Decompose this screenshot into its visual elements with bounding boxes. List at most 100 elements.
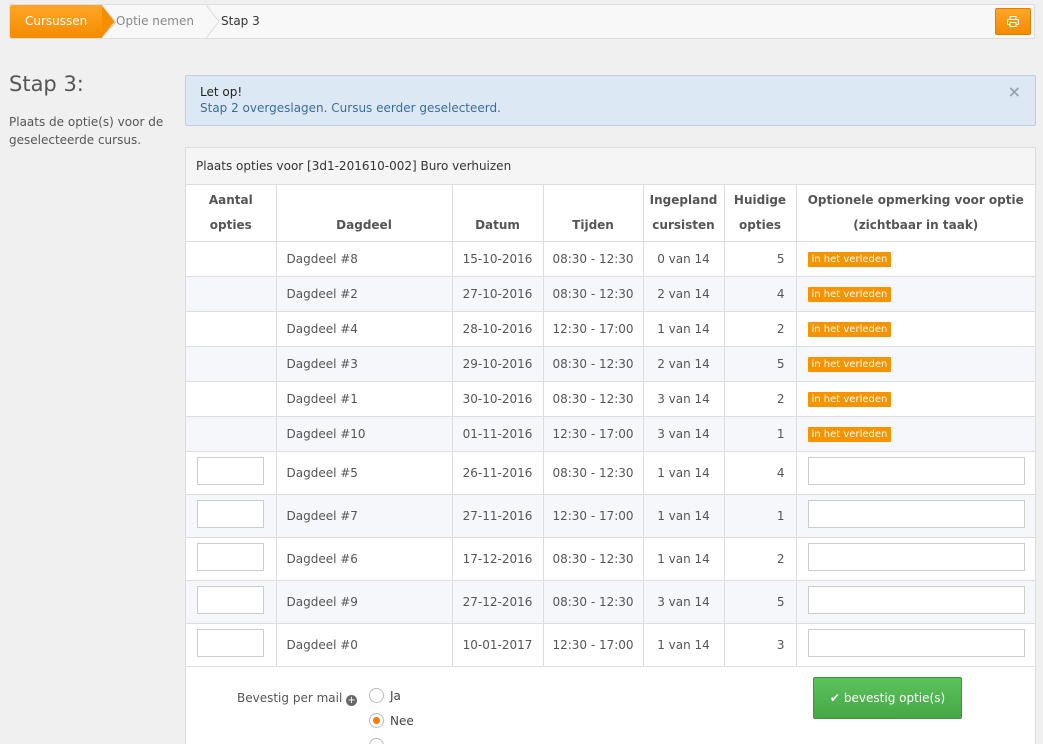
aantal-input[interactable] (197, 500, 265, 528)
opmerking-cell (796, 580, 1035, 624)
dagdeel-cell: Dagdeel #5 (276, 451, 453, 495)
opmerking-input[interactable] (807, 543, 1025, 571)
mail-label: Bevestig per mail + (237, 690, 358, 706)
huidige-cell: 2 (724, 537, 797, 581)
tijden-cell: 12:30 - 17:00 (543, 416, 644, 452)
aantal-cell (186, 381, 277, 417)
huidige-cell: 1 (724, 416, 797, 452)
tijden-cell: 12:30 - 17:00 (543, 623, 644, 667)
opmerking-input[interactable] (807, 457, 1025, 485)
huidige-cell: 3 (724, 623, 797, 667)
opmerking-cell: in het verleden (796, 311, 1035, 347)
print-icon (1007, 16, 1019, 27)
datum-cell: 30-10-2016 (452, 381, 544, 417)
opmerking-cell (796, 537, 1035, 581)
ingepland-cell: 2 van 14 (643, 346, 725, 382)
check-icon: ✔ (829, 690, 840, 705)
datum-cell: 01-11-2016 (452, 416, 544, 452)
table-row: Dagdeel #7 27-11-2016 12:30 - 17:00 1 va… (186, 494, 1035, 538)
column-header-datum: Datum (452, 185, 544, 242)
column-header-opmerking: Optionele opmerking voor optie (zichtbaar… (796, 185, 1035, 242)
alert-message: Stap 2 overgeslagen. Cursus eerder gesel… (200, 101, 501, 115)
page-description: Plaats de optie(s) voor de geselecteerde… (9, 115, 164, 147)
huidige-cell: 5 (724, 241, 797, 277)
aantal-cell (186, 623, 277, 667)
aantal-input[interactable] (197, 543, 265, 571)
alert-title: Let op! (200, 85, 243, 99)
status-badge: in het verleden (807, 426, 892, 442)
table-row: Dagdeel #2 27-10-2016 08:30 - 12:30 2 va… (186, 276, 1035, 312)
table-row: Dagdeel #0 10-01-2017 12:30 - 17:00 1 va… (186, 623, 1035, 667)
opmerking-input[interactable] (807, 586, 1025, 614)
radio-label-nee: Nee (390, 713, 414, 728)
radio-button-ja[interactable] (369, 688, 384, 703)
breadcrumb-separator (206, 5, 220, 38)
radio-button-extra[interactable] (369, 738, 384, 744)
datum-cell: 27-11-2016 (452, 494, 544, 538)
status-badge: in het verleden (807, 251, 892, 267)
status-badge: in het verleden (807, 321, 892, 337)
ingepland-cell: 3 van 14 (643, 416, 725, 452)
column-header-aantal: Aantal opties (186, 185, 277, 242)
opmerking-input[interactable] (807, 500, 1025, 528)
dagdeel-cell: Dagdeel #6 (276, 537, 453, 581)
datum-cell: 29-10-2016 (452, 346, 544, 382)
aantal-cell (186, 416, 277, 452)
datum-cell: 15-10-2016 (452, 241, 544, 277)
radio-extra[interactable] (369, 736, 390, 744)
aantal-cell (186, 494, 277, 538)
aantal-input[interactable] (197, 586, 265, 614)
breadcrumb-separator (102, 5, 116, 38)
aantal-cell (186, 580, 277, 624)
ingepland-cell: 1 van 14 (643, 494, 725, 538)
datum-cell: 28-10-2016 (452, 311, 544, 347)
column-header-huidige: Huidige opties (724, 185, 797, 242)
tijden-cell: 08:30 - 12:30 (543, 451, 644, 495)
opmerking-cell: in het verleden (796, 241, 1035, 277)
opmerking-cell (796, 623, 1035, 667)
confirm-button[interactable]: ✔ bevestig optie(s) (813, 676, 962, 719)
dagdeel-cell: Dagdeel #7 (276, 494, 453, 538)
status-badge: in het verleden (807, 391, 892, 407)
aantal-cell (186, 346, 277, 382)
tijden-cell: 12:30 - 17:00 (543, 494, 644, 538)
status-badge: in het verleden (807, 286, 892, 302)
aantal-input[interactable] (197, 629, 265, 657)
breadcrumb-item-cursussen[interactable]: Cursussen (10, 5, 116, 38)
radio-ja[interactable]: Ja (369, 686, 401, 706)
table-row: Dagdeel #1 30-10-2016 08:30 - 12:30 3 va… (186, 381, 1035, 417)
radio-button-nee[interactable] (369, 713, 384, 728)
aantal-input[interactable] (197, 457, 265, 485)
dagdeel-cell: Dagdeel #3 (276, 346, 453, 382)
table-row: Dagdeel #5 26-11-2016 08:30 - 12:30 1 va… (186, 451, 1035, 495)
options-table: Aantal opties Dagdeel Datum Tijden Ingepl… (186, 185, 1035, 667)
print-button[interactable] (995, 8, 1031, 35)
radio-nee[interactable]: Nee (369, 711, 414, 731)
datum-cell: 27-10-2016 (452, 276, 544, 312)
huidige-cell: 2 (724, 381, 797, 417)
opmerking-cell: in het verleden (796, 381, 1035, 417)
huidige-cell: 5 (724, 580, 797, 624)
dagdeel-cell: Dagdeel #4 (276, 311, 453, 347)
opmerking-input[interactable] (807, 629, 1025, 657)
info-alert: Let op! Stap 2 overgeslagen. Cursus eerd… (185, 75, 1036, 126)
aantal-cell (186, 276, 277, 312)
ingepland-cell: 0 van 14 (643, 241, 725, 277)
huidige-cell: 4 (724, 451, 797, 495)
page-title: Stap 3: (9, 72, 84, 96)
ingepland-cell: 1 van 14 (643, 537, 725, 581)
breadcrumb-item-optie-nemen[interactable]: Optie nemen (116, 5, 194, 38)
huidige-cell: 1 (724, 494, 797, 538)
datum-cell: 26-11-2016 (452, 451, 544, 495)
huidige-cell: 4 (724, 276, 797, 312)
status-badge: in het verleden (807, 356, 892, 372)
tijden-cell: 08:30 - 12:30 (543, 580, 644, 624)
tijden-cell: 08:30 - 12:30 (543, 346, 644, 382)
breadcrumb-item-stap-3: Stap 3 (221, 14, 260, 28)
tijden-cell: 08:30 - 12:30 (543, 381, 644, 417)
table-row: Dagdeel #9 27-12-2016 08:30 - 12:30 3 va… (186, 580, 1035, 624)
close-icon[interactable]: × (1008, 82, 1021, 101)
plus-icon[interactable]: + (346, 694, 358, 706)
dagdeel-cell: Dagdeel #1 (276, 381, 453, 417)
aantal-cell (186, 451, 277, 495)
